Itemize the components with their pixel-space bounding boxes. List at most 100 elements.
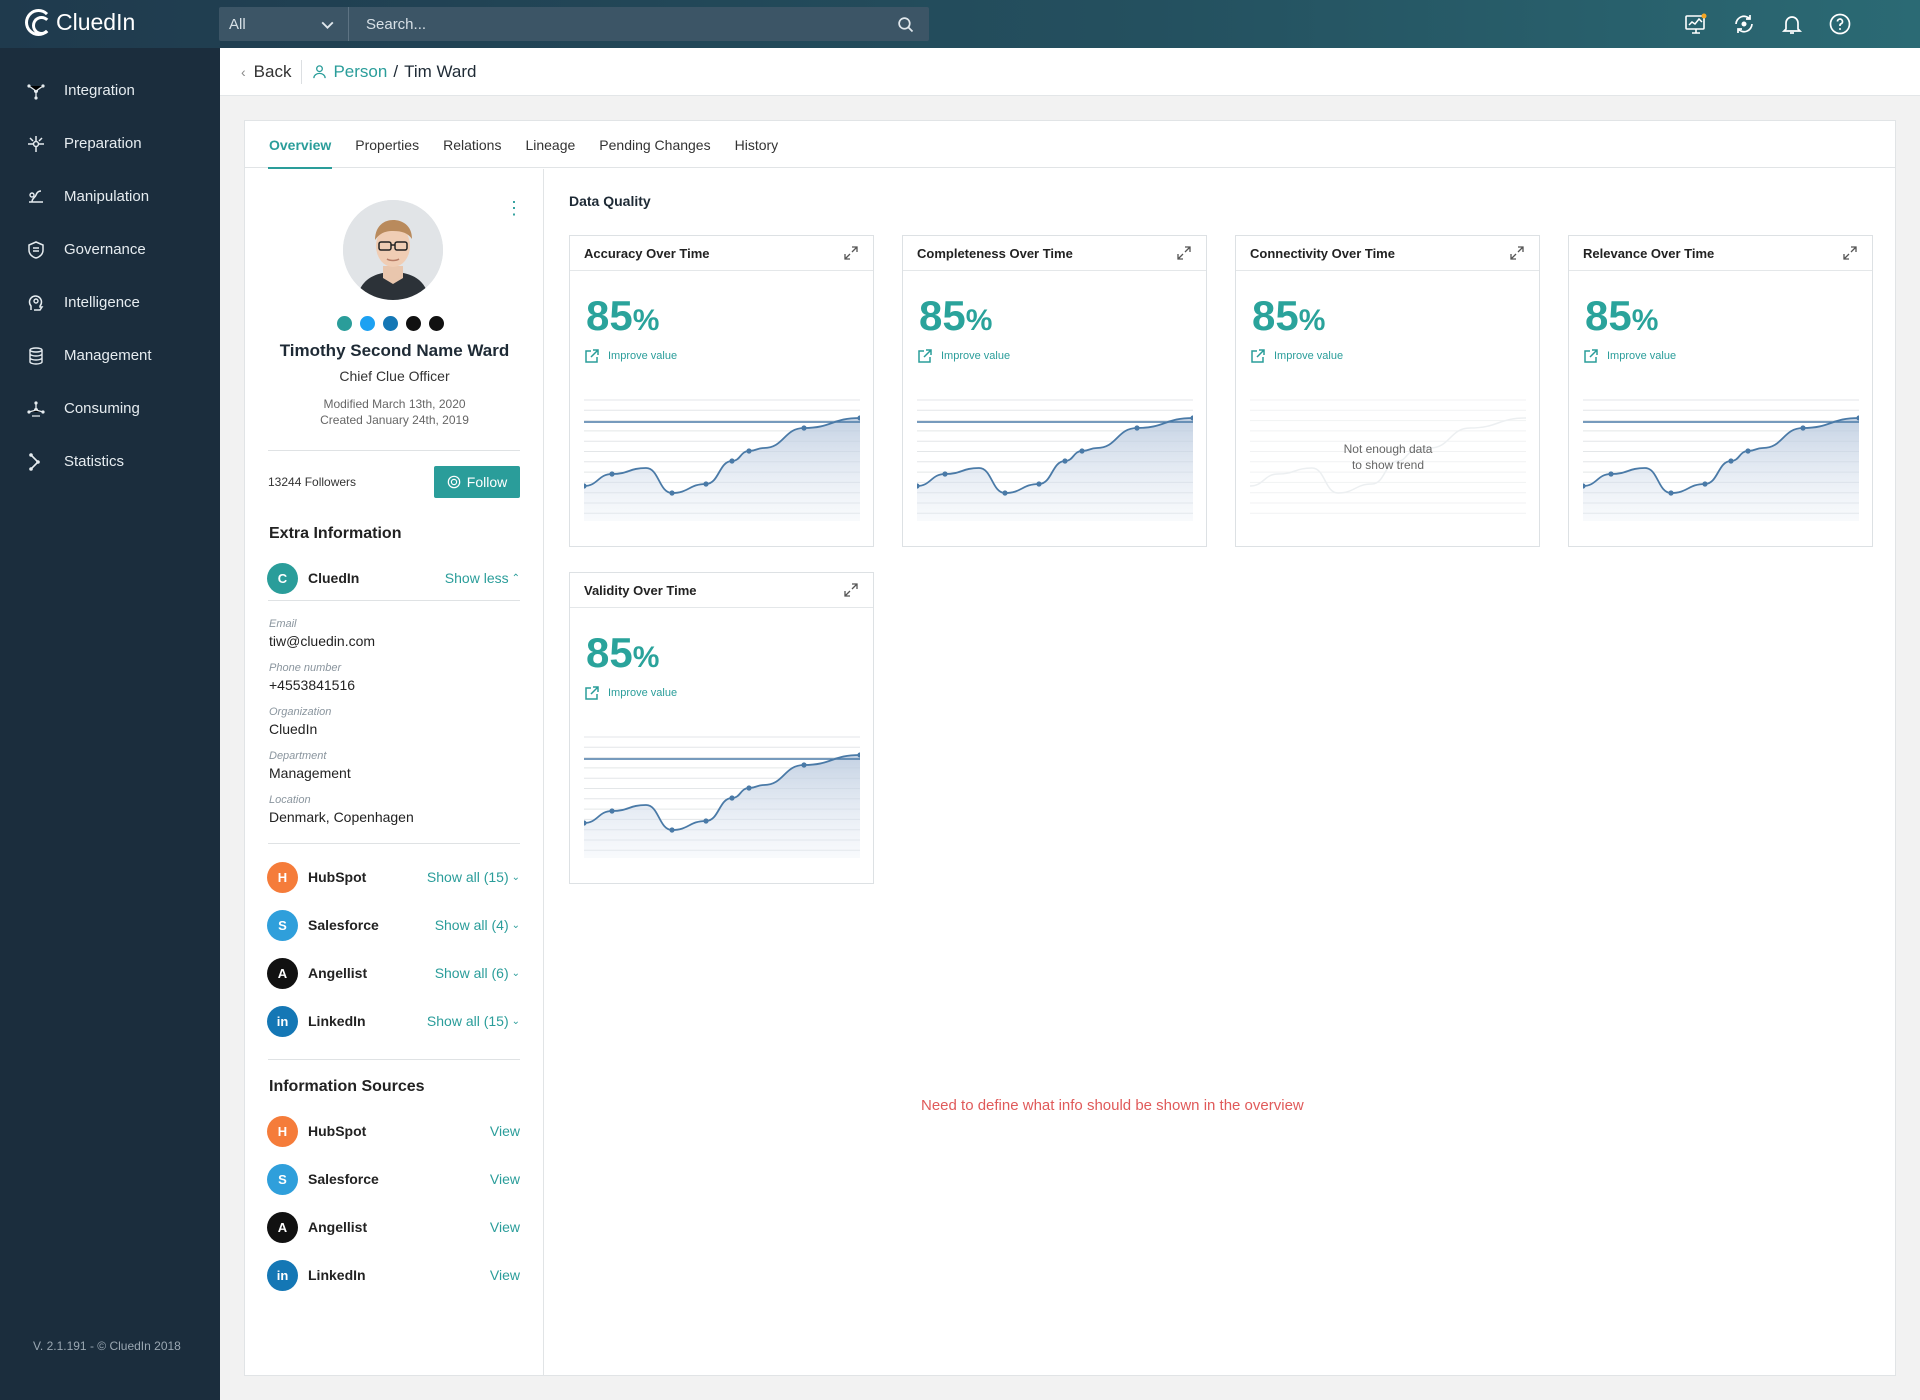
improve-value-link[interactable]: Improve value <box>1583 348 1676 364</box>
trend-point <box>942 471 948 477</box>
view-link[interactable]: View <box>490 1267 520 1283</box>
trend-point <box>801 425 807 431</box>
sidebar-item-consuming[interactable]: Consuming <box>0 382 220 435</box>
angellist-icon: A <box>267 957 298 989</box>
sidebar-item-integration[interactable]: Integration <box>0 64 220 117</box>
show-all-link[interactable]: Show all (4) ⌄ <box>435 917 520 933</box>
cluedin-source-row: C CluedIn Show less ⌃ <box>267 562 520 594</box>
chevron-down-icon <box>321 21 334 29</box>
extra-source-row-salesforce: S Salesforce Show all (4) ⌄ <box>267 909 520 941</box>
person-icon <box>313 65 327 79</box>
bell-icon[interactable] <box>1780 12 1804 36</box>
external-link-icon <box>585 349 599 363</box>
show-all-link[interactable]: Show all (6) ⌄ <box>435 965 520 981</box>
help-icon[interactable] <box>1828 12 1852 36</box>
sidebar-item-statistics[interactable]: Statistics <box>0 435 220 488</box>
divider <box>268 843 520 844</box>
linkedin-icon: in <box>267 1259 298 1291</box>
improve-value-link[interactable]: Improve value <box>917 348 1010 364</box>
show-all-link[interactable]: Show all (15) ⌄ <box>427 1013 520 1029</box>
trend-point <box>703 818 709 824</box>
data-quality-title: Data Quality <box>569 193 651 209</box>
expand-icon[interactable] <box>1176 245 1192 261</box>
tab-overview[interactable]: Overview <box>268 121 333 169</box>
back-label: Back <box>253 61 292 81</box>
follow-button[interactable]: Follow <box>434 466 520 498</box>
trend-point <box>1079 448 1085 454</box>
trend-point <box>1062 458 1068 464</box>
tab-properties[interactable]: Properties <box>354 121 420 168</box>
external-link-icon <box>585 686 599 700</box>
cluedin-social-icon[interactable] <box>337 316 352 331</box>
monitor-icon[interactable] <box>1684 12 1708 36</box>
sidebar-item-preparation[interactable]: Preparation <box>0 117 220 170</box>
sidebar-item-intelligence[interactable]: Intelligence <box>0 276 220 329</box>
show-all-label: Show all (15) <box>426 1013 509 1029</box>
tab-relations[interactable]: Relations <box>442 121 502 168</box>
expand-icon[interactable] <box>1842 245 1858 261</box>
chevron-down-icon: ⌄ <box>511 1015 520 1027</box>
tab-pending-changes[interactable]: Pending Changes <box>598 121 711 168</box>
metric-value: 85% <box>1252 292 1326 339</box>
chevron-down-icon: ⌄ <box>511 871 520 883</box>
view-link[interactable]: View <box>490 1123 520 1139</box>
back-button[interactable]: ‹ Back <box>241 59 303 84</box>
trend-point <box>729 795 735 801</box>
expand-icon[interactable] <box>1509 245 1525 261</box>
field-department: Department Management <box>269 750 351 781</box>
sidebar-item-manipulation[interactable]: Manipulation <box>0 170 220 223</box>
overview-note: Need to define what info should be shown… <box>921 1097 1304 1114</box>
trend-point <box>1002 490 1008 496</box>
more-options-icon[interactable]: ⋮ <box>505 199 523 217</box>
show-all-label: Show all (15) <box>426 869 509 885</box>
cluedin-logo[interactable]: CluedIn <box>25 9 135 36</box>
expand-icon[interactable] <box>843 245 859 261</box>
trend-point <box>1668 490 1674 496</box>
improve-value-link[interactable]: Improve value <box>1250 348 1343 364</box>
show-less-link[interactable]: Show less ⌃ <box>445 570 520 586</box>
angellist-social-icon[interactable] <box>406 316 421 331</box>
breadcrumb-person-link[interactable]: Person <box>312 62 387 82</box>
breadcrumb: ‹ Back Person / Tim Ward <box>220 48 1920 96</box>
sidebar-item-label: Management <box>64 347 152 364</box>
linkedin-icon: in <box>267 1005 298 1037</box>
view-link[interactable]: View <box>490 1219 520 1235</box>
github-icon[interactable] <box>429 316 444 331</box>
field-label: Location <box>269 794 311 806</box>
sidebar-item-governance[interactable]: Governance <box>0 223 220 276</box>
metric-value: 85% <box>586 629 660 676</box>
search-button[interactable] <box>881 7 929 41</box>
expand-icon[interactable] <box>843 582 859 598</box>
tab-lineage[interactable]: Lineage <box>524 121 576 168</box>
tab-history[interactable]: History <box>734 121 780 168</box>
field-phone: Phone number +4553841516 <box>269 662 355 693</box>
trend-chart <box>917 399 1193 521</box>
show-all-label: Show all (4) <box>434 917 509 933</box>
field-value: tiw@cluedin.com <box>269 633 376 649</box>
trend-point <box>1134 425 1140 431</box>
extra-info-title: Extra Information <box>269 525 402 542</box>
sidebar-item-label: Consuming <box>64 400 140 417</box>
improve-value-link[interactable]: Improve value <box>584 348 677 364</box>
trend-area <box>584 755 860 858</box>
show-all-link[interactable]: Show all (15) ⌄ <box>427 869 520 885</box>
breadcrumb-current: Tim Ward <box>404 61 477 81</box>
trend-point <box>703 481 709 487</box>
source-name: Angellist <box>308 965 368 981</box>
sidebar-item-label: Integration <box>64 82 135 99</box>
improve-value-link[interactable]: Improve value <box>584 685 677 701</box>
sidebar-item-management[interactable]: Management <box>0 329 220 382</box>
field-value: +4553841516 <box>269 677 356 693</box>
chevron-down-icon: ⌄ <box>511 967 520 979</box>
trend-point <box>746 448 752 454</box>
search-scope-select[interactable]: All <box>219 7 349 41</box>
app-name: CluedIn <box>56 9 136 35</box>
search-input[interactable] <box>349 7 881 41</box>
metric-card-completeness: Completeness Over Time 85% Improve value <box>902 235 1207 547</box>
sync-icon[interactable] <box>1732 12 1756 36</box>
hubspot-icon: H <box>267 861 298 893</box>
view-link[interactable]: View <box>490 1171 520 1187</box>
twitter-icon[interactable] <box>360 316 375 331</box>
linkedin-social-icon[interactable] <box>383 316 398 331</box>
source-name: HubSpot <box>308 1123 367 1139</box>
